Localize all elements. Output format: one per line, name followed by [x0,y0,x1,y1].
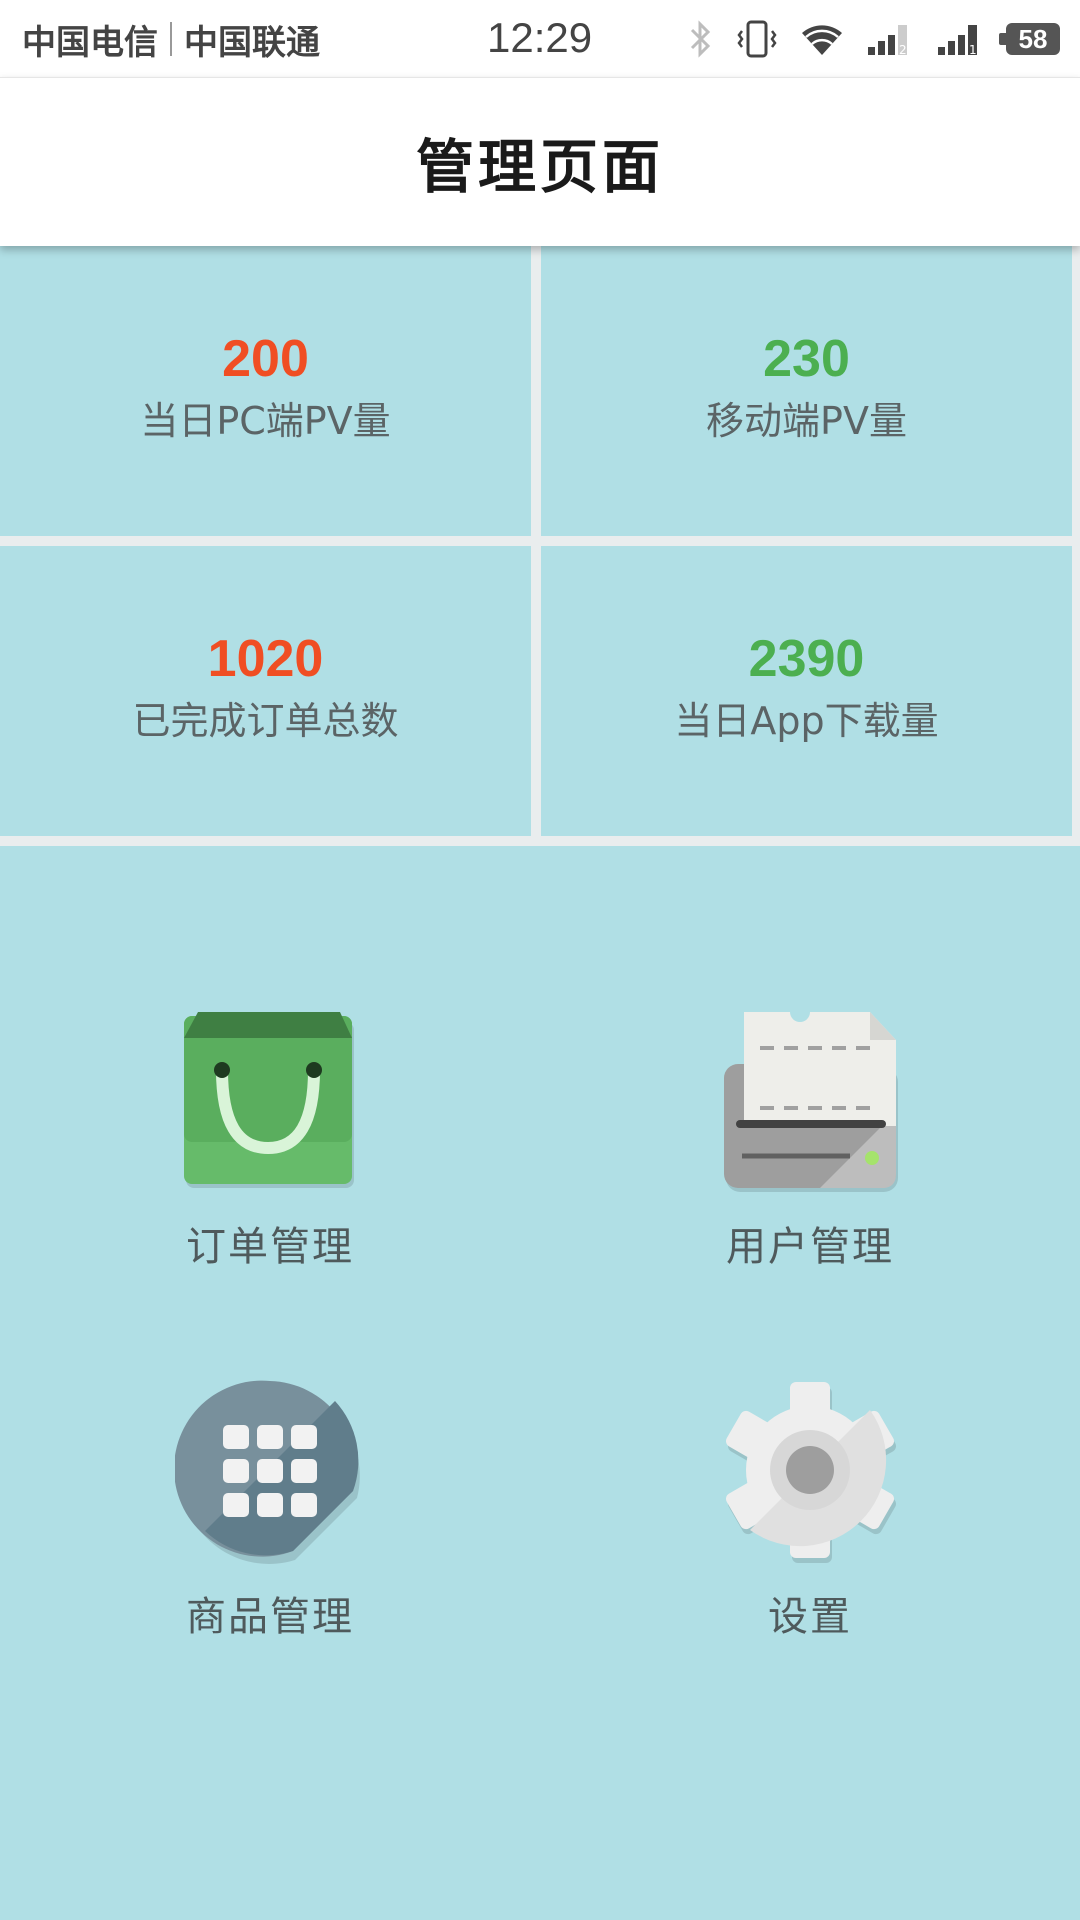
status-icons: 2 1 58 [688,16,1060,62]
carrier-info: 中国电信 中国联通 [22,16,320,63]
stat-value: 1020 [207,630,324,688]
gear-icon [710,1370,910,1570]
wifi-icon [800,21,844,57]
menu-item-label: 用户管理 [726,1224,894,1270]
status-clock: 12:29 [487,14,593,61]
page-title: 管理页面 [415,133,664,201]
carrier-divider [170,22,172,56]
signal-sim2-icon: 2 [866,21,914,57]
stat-value: 200 [222,330,309,388]
stat-value: 230 [763,330,850,388]
shopping-bag-icon [170,1000,370,1200]
svg-text:2: 2 [899,43,907,57]
menu-item-label: 商品管理 [186,1594,354,1640]
vibrate-icon [736,19,778,59]
stat-label: 移动端PV量 [706,399,907,443]
signal-sim1-icon: 1 [936,21,984,57]
stat-label: 当日App下载量 [674,699,939,743]
stat-card-app-downloads[interactable]: 2390 当日App下载量 [541,546,1072,834]
menu-item-users[interactable]: 用户管理 [660,1000,960,1300]
printer-icon [710,1000,910,1200]
menu-item-orders[interactable]: 订单管理 [120,1000,420,1300]
svg-text:1: 1 [969,43,977,57]
app-grid-icon [170,1370,370,1570]
menu-item-products[interactable]: 商品管理 [120,1370,420,1670]
stat-card-orders[interactable]: 1020 已完成订单总数 [0,546,531,834]
stat-card-pc-pv[interactable]: 200 当日PC端PV量 [0,246,531,534]
carrier-2: 中国联通 [184,22,320,63]
grid-divider-horizontal [0,536,1080,546]
stat-card-mobile-pv[interactable]: 230 移动端PV量 [541,246,1072,534]
menu-item-label: 设置 [768,1594,852,1640]
battery-icon: 58 [999,23,1060,55]
status-bar: 中国电信 中国联通 12:29 2 1 58 [0,0,1080,77]
grid-divider-bottom [0,836,1080,846]
app-bar: 管理页面 [0,77,1080,246]
bluetooth-icon [688,19,714,59]
carrier-1: 中国电信 [22,22,158,63]
stat-value: 2390 [748,630,865,688]
stat-label: 当日PC端PV量 [140,399,391,443]
menu-item-settings[interactable]: 设置 [660,1370,960,1670]
menu-item-label: 订单管理 [186,1224,354,1270]
stat-label: 已完成订单总数 [132,699,399,743]
